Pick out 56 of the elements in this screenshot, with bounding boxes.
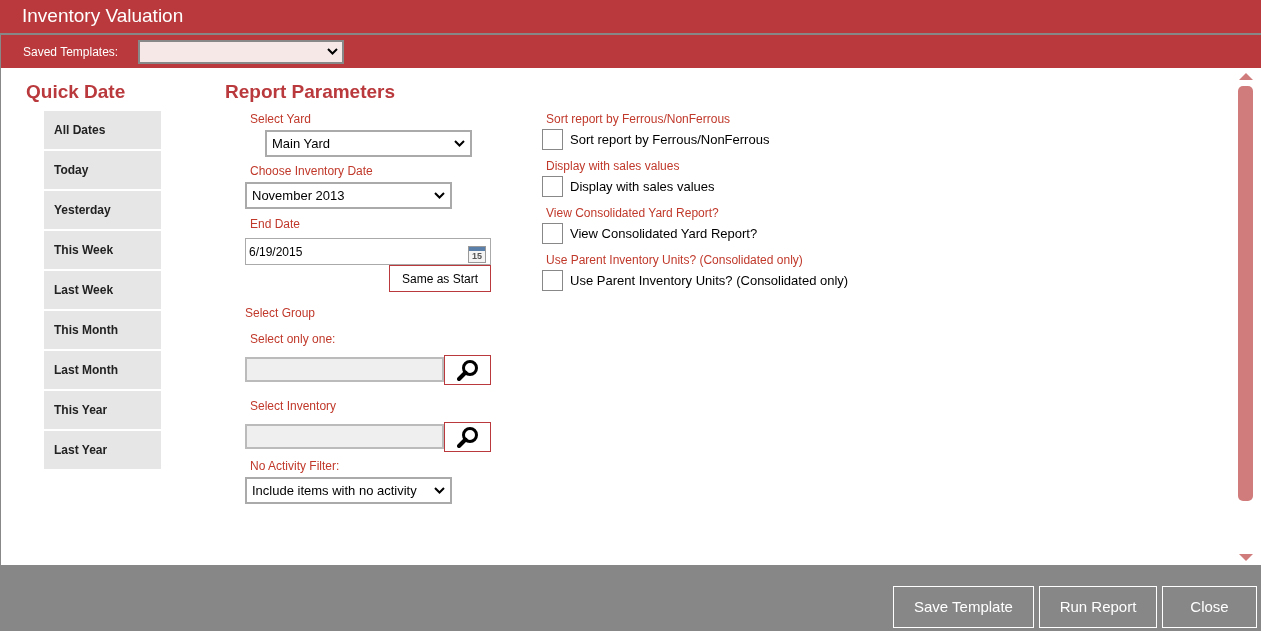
field-label: Choose Inventory Date xyxy=(250,163,374,176)
field-label: Select only one: xyxy=(250,331,337,344)
quick-date-button[interactable]: All Dates xyxy=(44,111,161,149)
field-label: No Activity Filter: xyxy=(250,458,341,471)
quick-date-button[interactable]: Last Week xyxy=(44,271,161,309)
saved-templates-label: Saved Templates: xyxy=(23,43,119,61)
saved-templates-dropdown[interactable] xyxy=(138,39,345,64)
checkbox[interactable] xyxy=(542,129,563,150)
calendar-icon: 15 xyxy=(468,246,486,263)
group-label: Select Group xyxy=(245,305,317,318)
scroll-down-icon[interactable] xyxy=(1238,554,1253,561)
checkbox[interactable] xyxy=(542,176,563,197)
field-label: End Date xyxy=(250,216,302,229)
lookup-field[interactable] xyxy=(245,357,444,382)
quick-date-button[interactable]: Last Year xyxy=(44,431,161,469)
lookup-field[interactable] xyxy=(245,424,444,449)
scroll-up-icon[interactable] xyxy=(1238,73,1253,80)
option-caption: Display with sales values xyxy=(546,158,681,171)
checkbox[interactable] xyxy=(542,223,563,244)
field-label: Select Inventory xyxy=(250,398,338,411)
search-button[interactable] xyxy=(444,355,491,385)
chevron-down-icon xyxy=(434,487,445,494)
quick-date-button[interactable]: Today xyxy=(44,151,161,189)
dropdown[interactable]: Include items with no activity xyxy=(245,477,452,504)
quick-date-button[interactable]: This Month xyxy=(44,311,161,349)
footer-button[interactable]: Save Template xyxy=(893,586,1034,628)
chevron-down-icon xyxy=(454,140,465,147)
chevron-down-icon xyxy=(327,48,339,55)
option-caption: Sort report by Ferrous/NonFerrous xyxy=(546,111,732,124)
field-label: Select Yard xyxy=(250,111,312,124)
option-caption: Use Parent Inventory Units? (Consolidated only) xyxy=(546,252,804,265)
search-button[interactable] xyxy=(444,422,491,452)
option-caption: View Consolidated Yard Report? xyxy=(546,205,720,218)
scrollbar[interactable] xyxy=(1237,73,1254,561)
section-heading: Report Parameters xyxy=(225,80,397,102)
section-heading: Quick Date xyxy=(26,80,127,102)
checkbox[interactable] xyxy=(542,270,563,291)
footer-button[interactable]: Close xyxy=(1162,586,1257,628)
footer-button[interactable]: Run Report xyxy=(1039,586,1157,628)
dropdown[interactable]: November 2013 xyxy=(245,182,452,209)
dropdown[interactable]: Main Yard xyxy=(265,130,472,157)
date-field[interactable]: 6/19/2015 15 xyxy=(245,238,491,265)
option-label: Display with sales values xyxy=(570,177,715,196)
quick-date-button[interactable]: Yesterday xyxy=(44,191,161,229)
search-icon xyxy=(456,359,479,381)
same-as-start-button[interactable]: Same as Start xyxy=(389,265,491,292)
chevron-down-icon xyxy=(434,192,445,199)
quick-date-button[interactable]: This Week xyxy=(44,231,161,269)
option-label: View Consolidated Yard Report? xyxy=(570,224,758,243)
quick-date-button[interactable]: Last Month xyxy=(44,351,161,389)
option-label: Use Parent Inventory Units? (Consolidated only) xyxy=(570,271,849,290)
search-icon xyxy=(456,426,479,448)
quick-date-button[interactable]: This Year xyxy=(44,391,161,429)
window-title: Inventory Valuation xyxy=(22,4,184,29)
scrollbar-thumb[interactable] xyxy=(1238,86,1253,501)
option-label: Sort report by Ferrous/NonFerrous xyxy=(570,130,770,149)
